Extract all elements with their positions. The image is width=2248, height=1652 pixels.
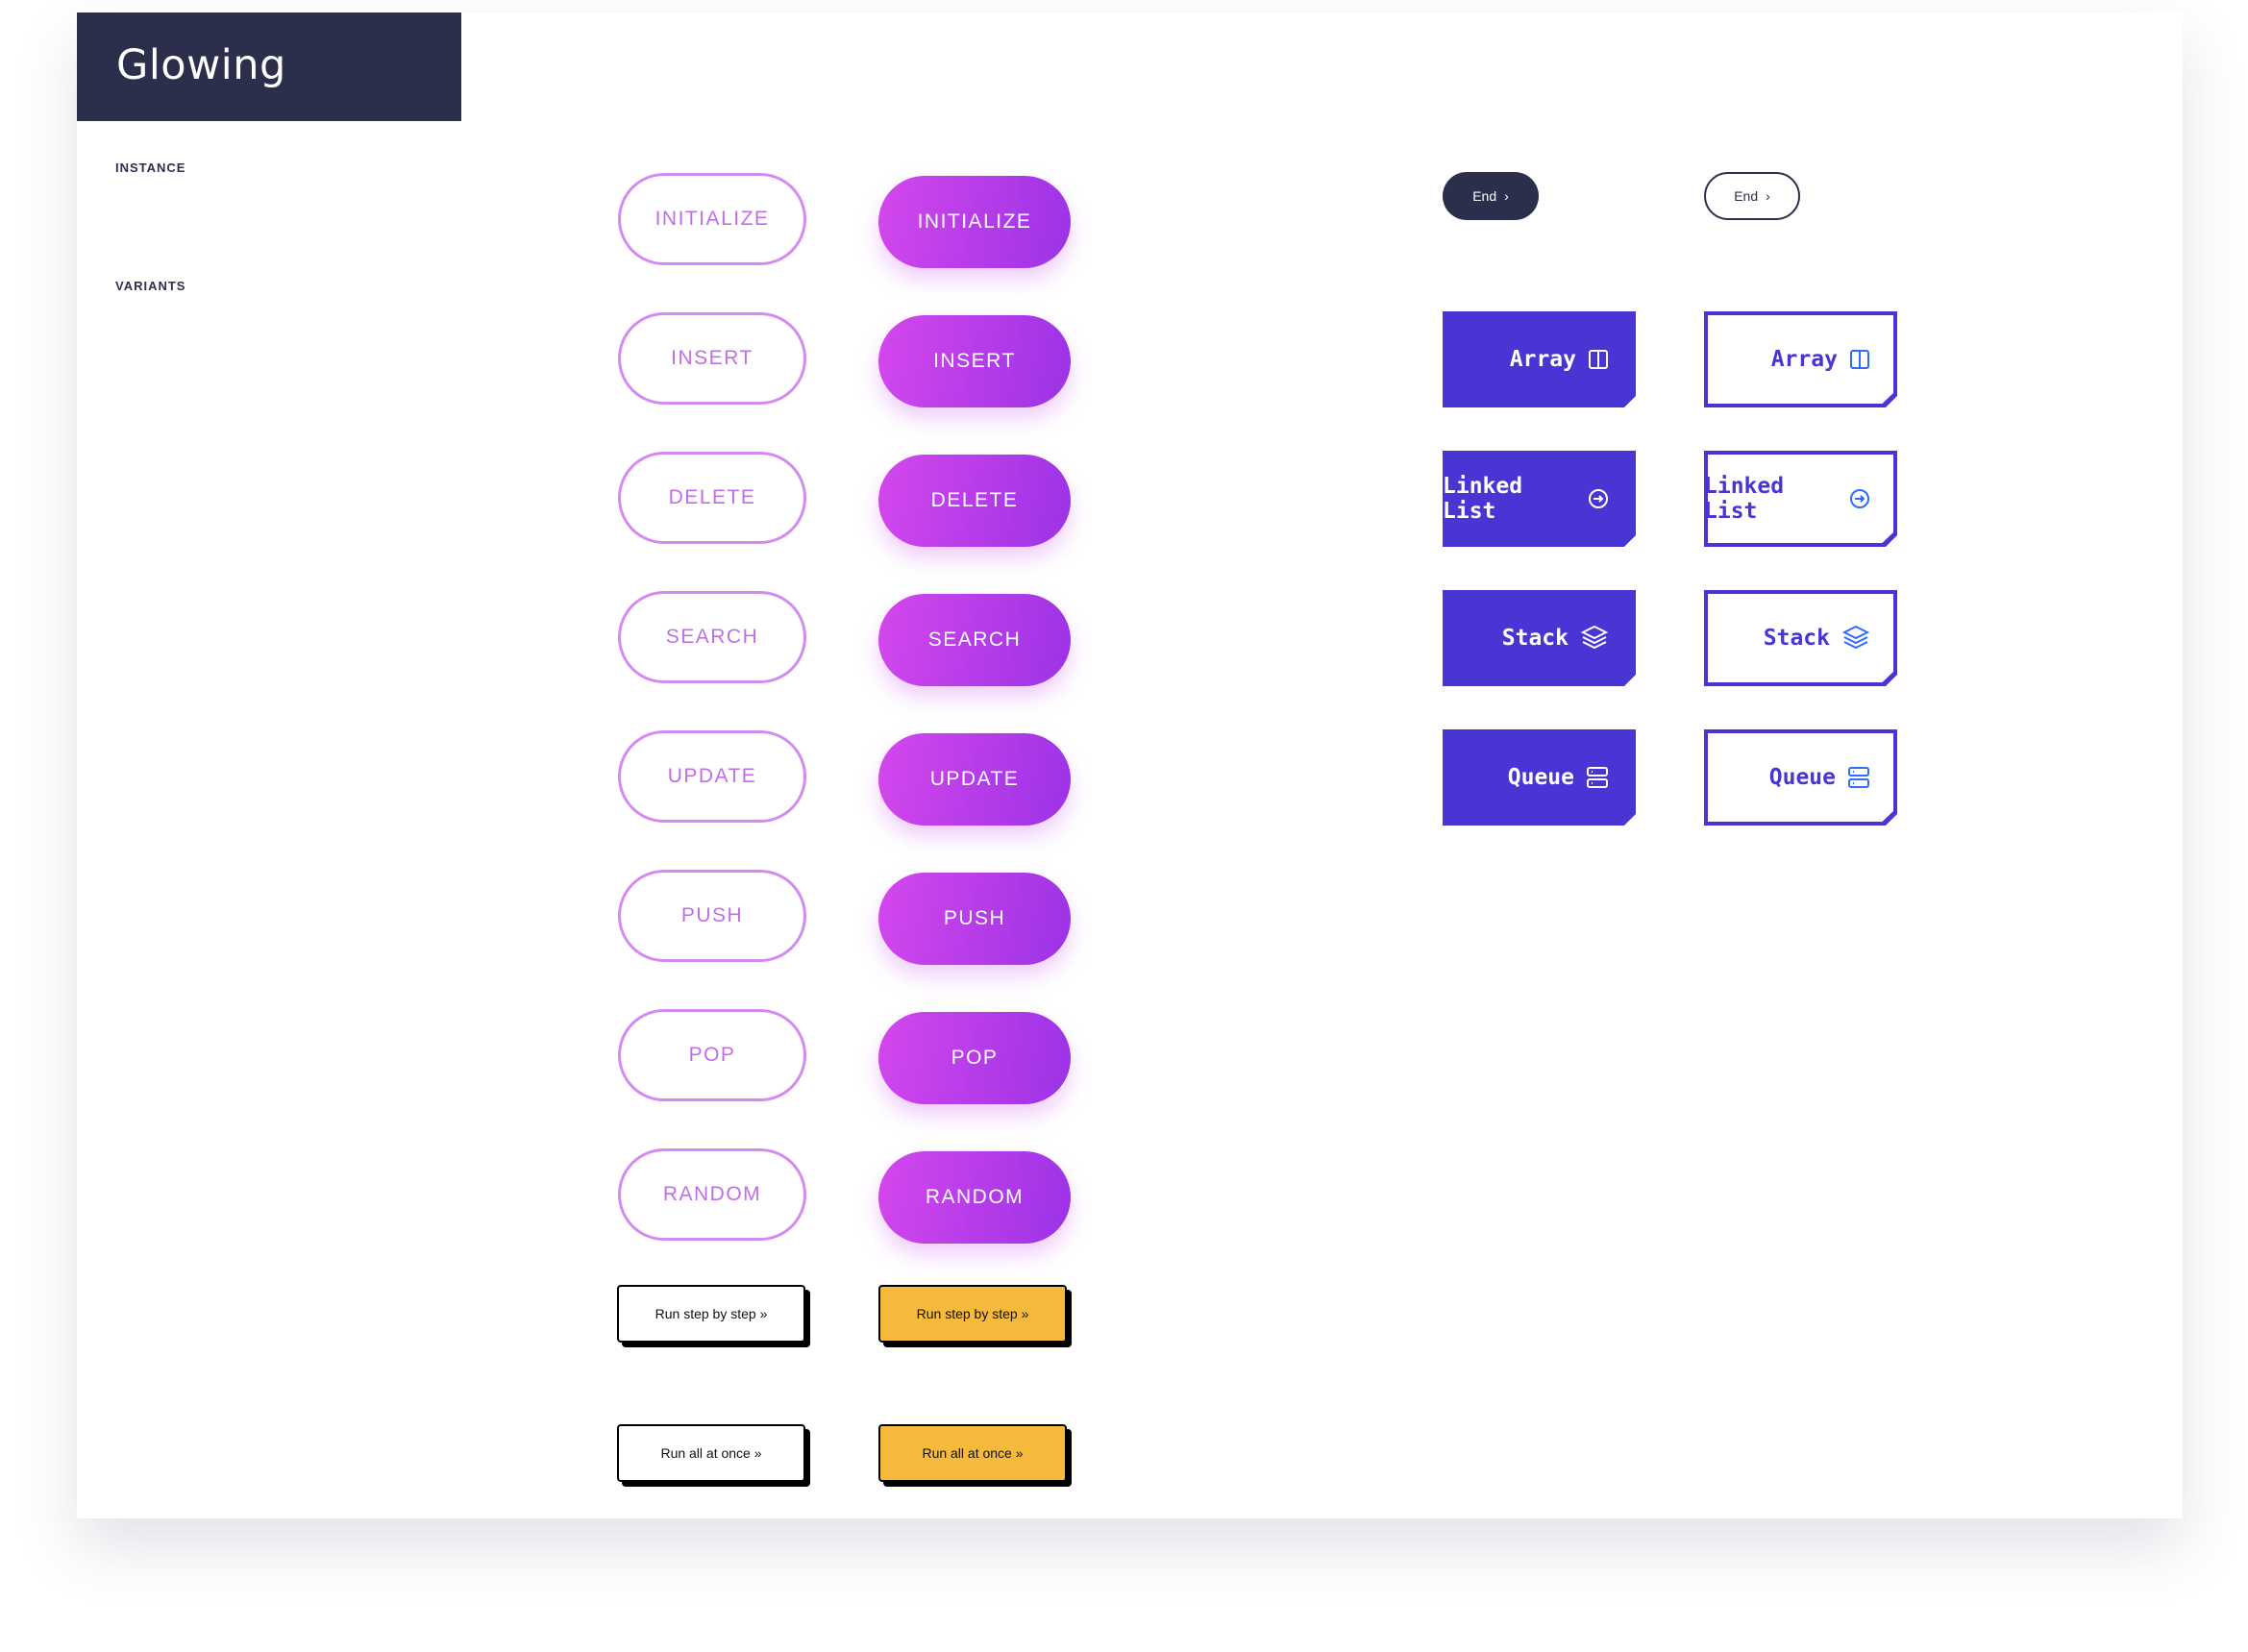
run-step-by-step-button-outline[interactable]: Run step by step » — [617, 1285, 805, 1343]
button-label: DELETE — [930, 489, 1019, 511]
button-label: SEARCH — [665, 626, 759, 648]
delete-button-filled[interactable]: DELETE — [878, 455, 1071, 547]
button-label: Stack — [1501, 626, 1569, 651]
columns-icon — [1849, 349, 1870, 370]
run-step-by-step-button-yellow[interactable]: Run step by step » — [878, 1285, 1067, 1343]
layers-icon — [1841, 624, 1870, 653]
stack-button-filled[interactable]: Stack — [1443, 590, 1636, 686]
button-label: Run all at once » — [660, 1445, 762, 1461]
server-icon — [1847, 766, 1870, 789]
header-banner: Glowing — [77, 12, 461, 121]
arrow-circle-right-icon — [1588, 488, 1609, 509]
button-label: INSERT — [671, 347, 753, 369]
initialize-button-outline[interactable]: INITIALIZE — [618, 173, 806, 265]
button-label: Stack — [1763, 626, 1830, 651]
insert-button-outline[interactable]: INSERT — [618, 312, 806, 405]
button-label: INITIALIZE — [655, 208, 770, 230]
update-button-outline[interactable]: UPDATE — [618, 730, 806, 823]
button-label: Run step by step » — [655, 1306, 768, 1321]
push-button-filled[interactable]: PUSH — [878, 873, 1071, 965]
button-label: Array — [1509, 347, 1576, 372]
section-label-variants: VARIANTS — [115, 279, 186, 293]
section-label-instance: INSTANCE — [115, 160, 186, 175]
button-label: Run step by step » — [916, 1306, 1029, 1321]
chevron-right-icon: › — [1766, 188, 1770, 204]
button-label: RANDOM — [662, 1183, 762, 1205]
linked-list-button-filled[interactable]: Linked List — [1443, 451, 1636, 547]
random-button-outline[interactable]: RANDOM — [618, 1148, 806, 1241]
search-button-filled[interactable]: SEARCH — [878, 594, 1071, 686]
button-label: SEARCH — [927, 629, 1022, 651]
button-label: INITIALIZE — [917, 210, 1032, 233]
pop-button-outline[interactable]: POP — [618, 1009, 806, 1101]
push-button-outline[interactable]: PUSH — [618, 870, 806, 962]
button-label: UPDATE — [667, 765, 757, 787]
button-label: POP — [688, 1044, 736, 1066]
button-label: Run all at once » — [922, 1445, 1024, 1461]
button-label: INSERT — [933, 350, 1016, 372]
button-label: Linked List — [1443, 474, 1523, 524]
button-label: RANDOM — [925, 1186, 1025, 1208]
end-label: End — [1734, 188, 1759, 204]
pop-button-filled[interactable]: POP — [878, 1012, 1071, 1104]
button-label: PUSH — [943, 907, 1006, 929]
run-all-at-once-button-yellow[interactable]: Run all at once » — [878, 1424, 1067, 1482]
initialize-button-filled[interactable]: INITIALIZE — [878, 176, 1071, 268]
array-button-filled[interactable]: Array — [1443, 311, 1636, 407]
button-label: DELETE — [668, 486, 756, 508]
run-all-at-once-button-outline[interactable]: Run all at once » — [617, 1424, 805, 1482]
columns-icon — [1588, 349, 1609, 370]
delete-button-outline[interactable]: DELETE — [618, 452, 806, 544]
random-button-filled[interactable]: RANDOM — [878, 1151, 1071, 1244]
layers-icon — [1580, 624, 1609, 653]
button-label: PUSH — [680, 904, 744, 926]
end-label: End — [1472, 188, 1497, 204]
insert-button-filled[interactable]: INSERT — [878, 315, 1071, 407]
button-label: Array — [1770, 347, 1838, 372]
end-button-filled[interactable]: End › — [1443, 172, 1539, 220]
linked-list-button-outline[interactable]: Linked List — [1704, 451, 1897, 547]
arrow-circle-right-icon — [1849, 488, 1870, 509]
stack-button-outline[interactable]: Stack — [1704, 590, 1897, 686]
button-label: Queue — [1507, 765, 1574, 790]
chevron-right-icon: › — [1504, 188, 1509, 204]
array-button-outline[interactable]: Array — [1704, 311, 1897, 407]
queue-button-outline[interactable]: Queue — [1704, 729, 1897, 826]
page-title: Glowing — [116, 41, 286, 89]
button-label: Queue — [1768, 765, 1836, 790]
search-button-outline[interactable]: SEARCH — [618, 591, 806, 683]
queue-button-filled[interactable]: Queue — [1443, 729, 1636, 826]
server-icon — [1586, 766, 1609, 789]
end-button-outline[interactable]: End › — [1704, 172, 1800, 220]
button-label: UPDATE — [929, 768, 1020, 790]
button-label: POP — [951, 1047, 999, 1069]
update-button-filled[interactable]: UPDATE — [878, 733, 1071, 826]
button-label: Linked List — [1704, 474, 1785, 524]
